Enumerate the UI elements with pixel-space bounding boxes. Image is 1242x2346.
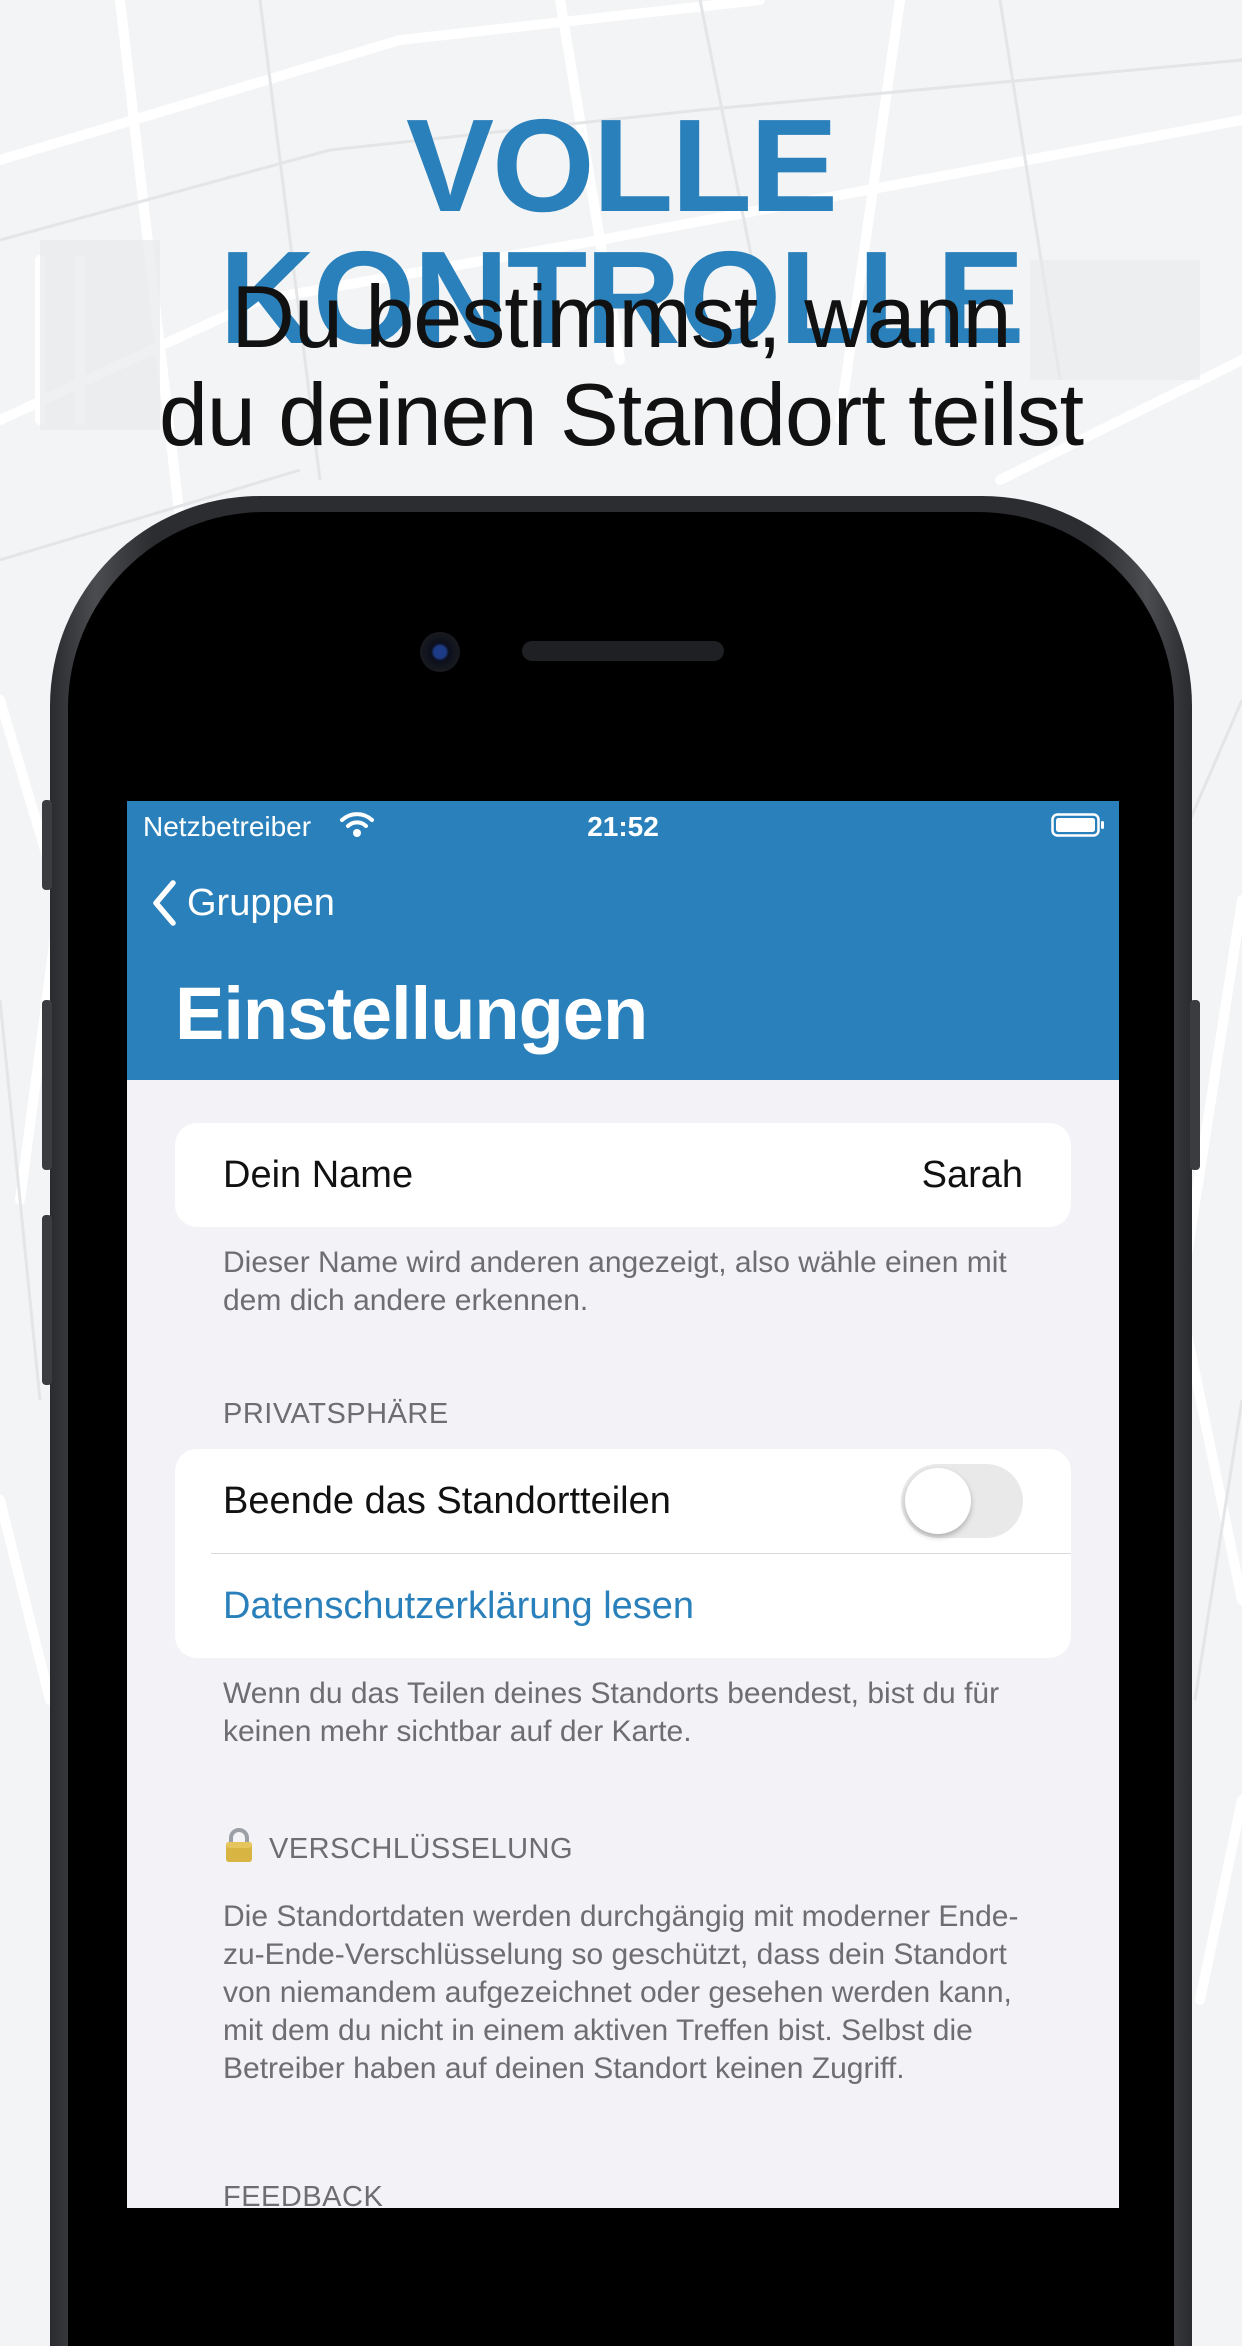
- status-bar: Netzbetreiber 21:52: [127, 801, 1119, 853]
- stop-sharing-row: Beende das Standortteilen: [175, 1449, 1071, 1553]
- navigation-bar: Netzbetreiber 21:52 Gruppen Einstellunge…: [127, 801, 1119, 1080]
- encryption-section-title: VERSCHLÜSSELUNG: [269, 1832, 574, 1865]
- back-button-label: Gruppen: [187, 881, 335, 924]
- earpiece-speaker: [522, 641, 724, 661]
- privacy-policy-row[interactable]: Datenschutzerklärung lesen: [175, 1554, 1071, 1658]
- stop-sharing-label: Beende das Standortteilen: [223, 1479, 671, 1522]
- chevron-left-icon: [153, 880, 176, 926]
- stop-sharing-toggle[interactable]: [901, 1464, 1023, 1538]
- mute-switch: [42, 800, 52, 890]
- volume-up-button: [42, 1000, 52, 1170]
- name-section-footer: Dieser Name wird anderen angezeigt, also…: [223, 1246, 1007, 1317]
- power-button: [1190, 1000, 1200, 1170]
- feedback-section-header: FEEDBACK: [223, 2181, 384, 2208]
- privacy-policy-link[interactable]: Datenschutzerklärung lesen: [223, 1585, 694, 1628]
- name-card: Dein Name Sarah: [175, 1123, 1071, 1227]
- encryption-section-footer: Die Standortdaten werden durchgängig mit…: [223, 1900, 1019, 2085]
- back-button[interactable]: Gruppen: [151, 877, 335, 929]
- name-row-value: Sarah: [921, 1153, 1023, 1196]
- privacy-section-header: PRIVATSPHÄRE: [223, 1398, 449, 1430]
- privacy-section-footer: Wenn du das Teilen deines Standorts been…: [223, 1677, 1000, 1748]
- promo-subline-line-1: Du bestimmst, wann: [231, 267, 1011, 366]
- promo-subline: Du bestimmst, wann du deinen Standort te…: [0, 268, 1242, 464]
- page-title: Einstellungen: [175, 972, 648, 1055]
- volume-down-button: [42, 1215, 52, 1385]
- toggle-knob: [905, 1468, 971, 1534]
- status-time: 21:52: [587, 811, 659, 842]
- name-row[interactable]: Dein Name Sarah: [175, 1123, 1071, 1227]
- encryption-section-header: VERSCHLÜSSELUNG: [223, 1827, 573, 1871]
- privacy-card: Beende das Standortteilen Datenschutzerk…: [175, 1449, 1071, 1658]
- battery-icon: [1051, 813, 1105, 837]
- lock-icon: [223, 1827, 255, 1871]
- front-camera: [420, 632, 460, 672]
- name-row-label: Dein Name: [223, 1153, 414, 1196]
- promo-subline-line-2: du deinen Standort teilst: [158, 365, 1084, 464]
- app-screen: Netzbetreiber 21:52 Gruppen Einstellunge…: [127, 801, 1119, 2208]
